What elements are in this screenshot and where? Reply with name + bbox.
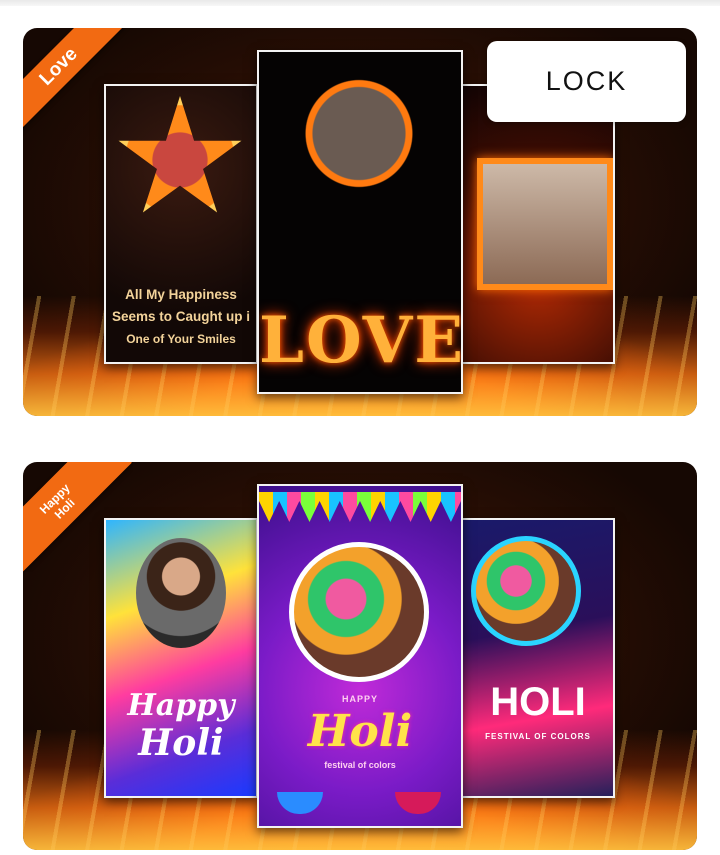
holi-left-holi: Holi [138,722,224,764]
preview-right: HOLI FESTIVAL OF COLORS [461,518,615,798]
preview-left: All My Happiness Seems to Caught up i On… [104,84,258,364]
holi-circle-photo [289,542,429,682]
holi-left-happy: Happy [127,688,235,723]
love-fire-text: LOVE [259,303,463,378]
star-frame-photo [118,96,242,213]
preview-left: Happy Holi [104,518,258,798]
bunting-decoration [259,492,461,522]
template-card-holi[interactable]: Happy Holi Happy Holi HAPPY Holi festiva… [23,462,697,850]
holi-right-sub: FESTIVAL OF COLORS [485,732,591,741]
color-bowl-left [277,792,323,814]
fire-frame-photo [477,158,613,290]
holi-center-word: Holi [307,706,413,757]
lock-button[interactable]: LOCK [487,41,686,122]
caption-line-1: All My Happiness [125,287,237,302]
top-divider [0,0,720,6]
heart-frame-photo [279,66,439,216]
color-bowl-right [395,792,441,814]
preview-right [461,84,615,364]
preview-center: LOVE [257,50,463,394]
holi-photo [136,538,226,648]
holi-center-sub: festival of colors [324,760,396,770]
holi-right-photo [471,536,581,646]
preview-center: HAPPY Holi festival of colors [257,484,463,828]
caption-line-2: Seems to Caught up i [111,309,250,324]
holi-center-happy: HAPPY [341,694,378,704]
holi-right-word: HOLI [490,680,586,724]
caption-line-3: One of Your Smiles [126,332,236,346]
